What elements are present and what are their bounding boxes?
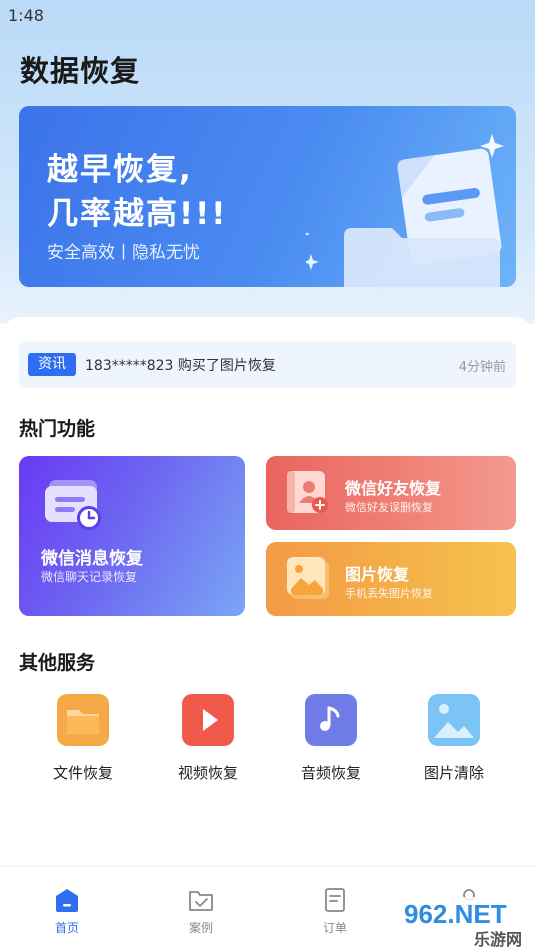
service-label: 视频恢复 (177, 764, 238, 782)
news-text: 183*****823 购买了图片恢复 (85, 358, 276, 374)
folder-icon (57, 694, 109, 746)
site-watermark-logo: 962.NET 乐游网 (396, 897, 535, 951)
watermark-text: 962.NET (404, 899, 507, 929)
file-recovery-button[interactable]: 文件恢复 (28, 694, 138, 783)
watermark-subtext: 乐游网 (474, 930, 522, 949)
video-recovery-button[interactable]: 视频恢复 (153, 694, 263, 783)
folder-check-icon (189, 891, 213, 911)
feature-title: 微信好友恢复 (345, 479, 442, 498)
feature-title: 微信消息恢复 (41, 549, 143, 569)
hot-features-title: 热门功能 (19, 418, 96, 440)
feature-title: 图片恢复 (345, 565, 410, 584)
news-time: 4分钟前 (458, 360, 506, 375)
picture-recovery-card[interactable]: 图片恢复 手机丢失图片恢复 (266, 542, 516, 616)
play-icon (182, 694, 234, 746)
image-clean-button[interactable]: 图片清除 (399, 694, 509, 783)
audio-recovery-button[interactable]: 音频恢复 (276, 694, 386, 783)
document-folder-illustration (306, 134, 504, 287)
wechat-message-recovery-card[interactable]: 微信消息恢复 微信聊天记录恢复 (19, 456, 245, 616)
nav-orders[interactable]: 订单 (295, 887, 375, 936)
service-label: 音频恢复 (300, 764, 361, 782)
wechat-friend-recovery-card[interactable]: 微信好友恢复 微信好友误删恢复 (266, 456, 516, 530)
nav-cases[interactable]: 案例 (161, 887, 241, 936)
nav-label: 订单 (322, 921, 347, 935)
chat-clock-icon (45, 480, 101, 530)
other-services-title: 其他服务 (19, 652, 96, 674)
feature-subtitle: 微信聊天记录恢复 (41, 570, 138, 584)
banner-headline-1: 越早恢复, (47, 152, 193, 188)
music-note-icon (305, 694, 357, 746)
page-title: 数据恢复 (20, 54, 141, 88)
service-label: 文件恢复 (52, 764, 113, 782)
news-ticker[interactable]: 资讯 183*****823 购买了图片恢复 4分钟前 (19, 341, 516, 388)
service-label: 图片清除 (423, 764, 484, 782)
home-icon (56, 889, 78, 912)
nav-home[interactable]: 首页 (27, 887, 107, 936)
contact-add-icon (287, 471, 328, 513)
banner-headline-2: 几率越高!!! (47, 196, 228, 232)
promo-banner[interactable]: 越早恢复, 几率越高!!! 安全高效丨隐私无忧 (19, 106, 516, 287)
nav-label: 案例 (188, 921, 213, 935)
banner-subtitle: 安全高效丨隐私无忧 (47, 243, 200, 263)
feature-subtitle: 手机丢失图片恢复 (345, 587, 433, 600)
status-time: 1:48 (8, 6, 44, 25)
image-icon (428, 694, 480, 746)
document-icon (325, 888, 345, 912)
picture-icon (287, 557, 329, 599)
feature-subtitle: 微信好友误删恢复 (345, 501, 433, 514)
nav-label: 首页 (54, 921, 79, 935)
news-tag: 资讯 (28, 353, 76, 376)
